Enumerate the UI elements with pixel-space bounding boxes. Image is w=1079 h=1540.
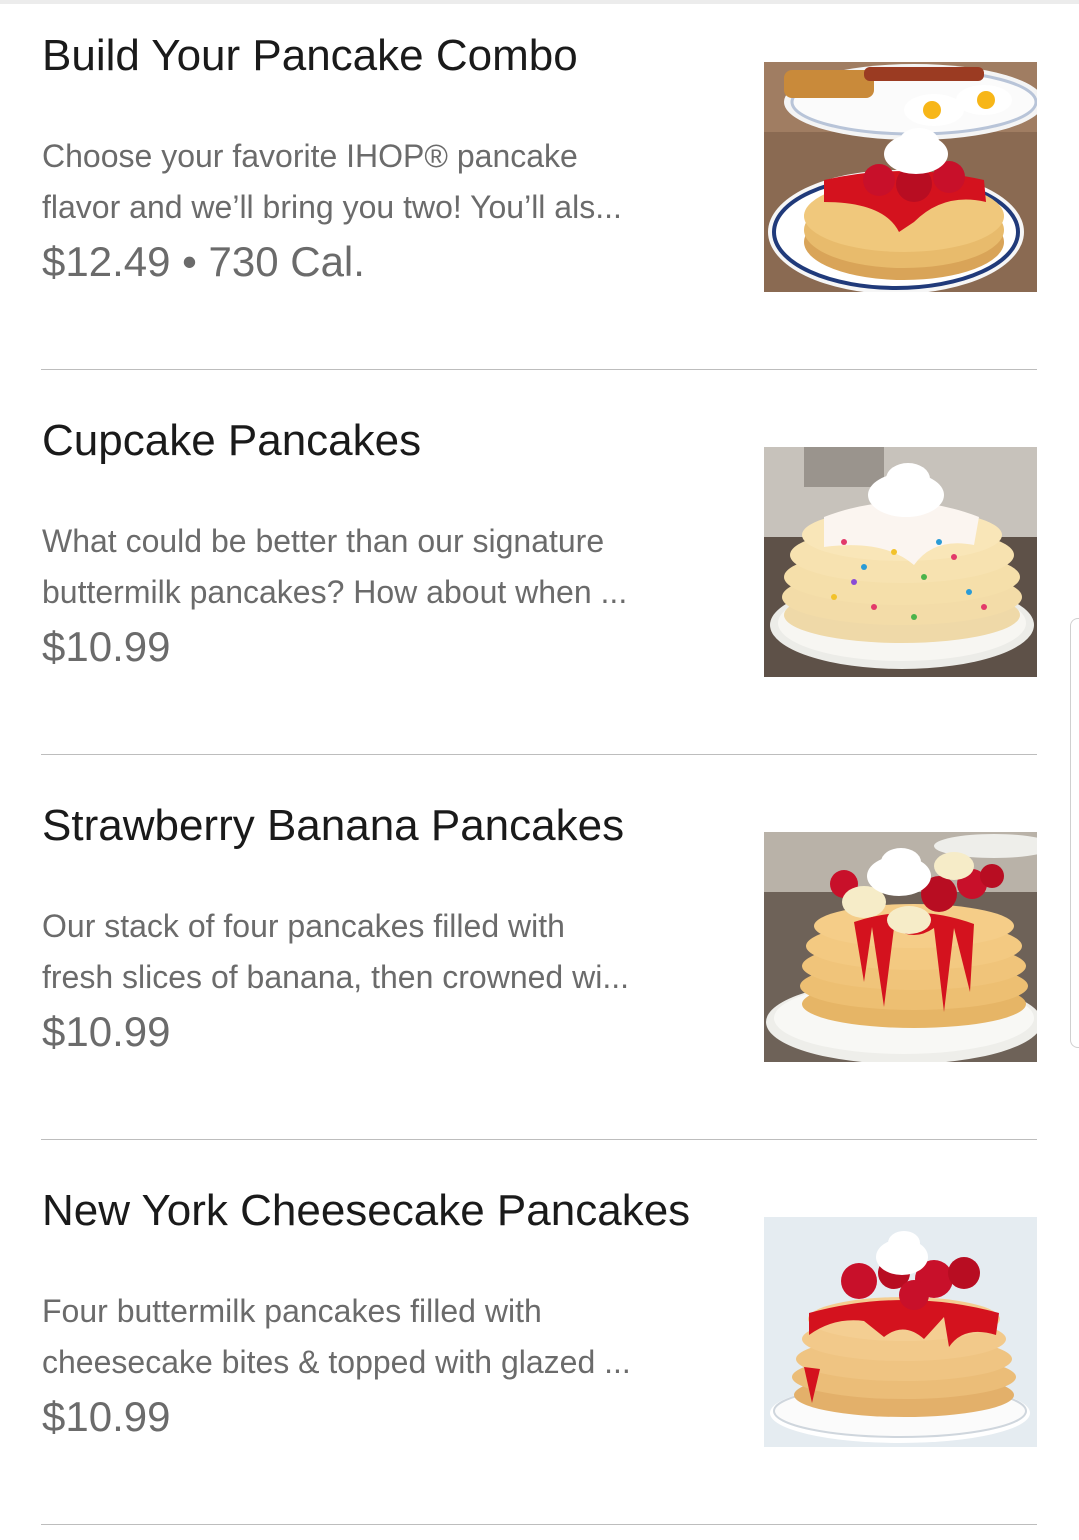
item-price: $10.99: [42, 1393, 171, 1440]
item-title: Strawberry Banana Pancakes: [42, 801, 625, 850]
scrollbar[interactable]: [1070, 618, 1079, 1048]
description-line: What could be better than our signature: [42, 523, 605, 559]
item-description: Our stack of four pancakes filled with f…: [42, 901, 722, 1003]
item-price: $10.99: [42, 623, 171, 670]
menu-item-cupcake-pancakes[interactable]: Cupcake Pancakes What could be better th…: [0, 385, 1079, 770]
item-title: Build Your Pancake Combo: [42, 31, 578, 80]
menu-item-strawberry-banana-pancakes[interactable]: Strawberry Banana Pancakes Our stack of …: [0, 770, 1079, 1155]
description-line: buttermilk pancakes? How about when ...: [42, 574, 628, 610]
cheesecake-pancakes-photo[interactable]: [764, 1217, 1037, 1447]
menu-item-build-your-pancake-combo[interactable]: Build Your Pancake Combo Choose your fav…: [0, 0, 1079, 385]
strawberry-banana-pancakes-photo[interactable]: [764, 832, 1037, 1062]
divider: [41, 1139, 1037, 1140]
menu-item-new-york-cheesecake-pancakes[interactable]: New York Cheesecake Pancakes Four butter…: [0, 1155, 1079, 1540]
item-description: What could be better than our signature …: [42, 516, 722, 618]
cupcake-pancakes-photo[interactable]: [764, 447, 1037, 677]
description-line: cheesecake bites & topped with glazed ..…: [42, 1344, 631, 1380]
description-line: Four buttermilk pancakes filled with: [42, 1293, 542, 1329]
pancake-combo-photo[interactable]: [764, 62, 1037, 292]
description-line: flavor and we’ll bring you two! You’ll a…: [42, 189, 622, 225]
description-line: fresh slices of banana, then crowned wi.…: [42, 959, 629, 995]
description-line: Our stack of four pancakes filled with: [42, 908, 565, 944]
item-price: $12.49 • 730 Cal.: [42, 238, 365, 285]
item-price: $10.99: [42, 1008, 171, 1055]
item-title: Cupcake Pancakes: [42, 416, 422, 465]
cupcake-pancakes-image: [764, 447, 1037, 677]
item-title: New York Cheesecake Pancakes: [42, 1186, 691, 1235]
strawberry-banana-pancakes-image: [764, 832, 1037, 1062]
description-line: Choose your favorite IHOP® pancake: [42, 138, 578, 174]
divider: [41, 754, 1037, 755]
item-description: Choose your favorite IHOP® pancake flavo…: [42, 131, 722, 233]
item-description: Four buttermilk pancakes filled with che…: [42, 1286, 722, 1388]
pancake-combo-image: [764, 62, 1037, 292]
divider: [41, 369, 1037, 370]
cheesecake-pancakes-image: [764, 1217, 1037, 1447]
